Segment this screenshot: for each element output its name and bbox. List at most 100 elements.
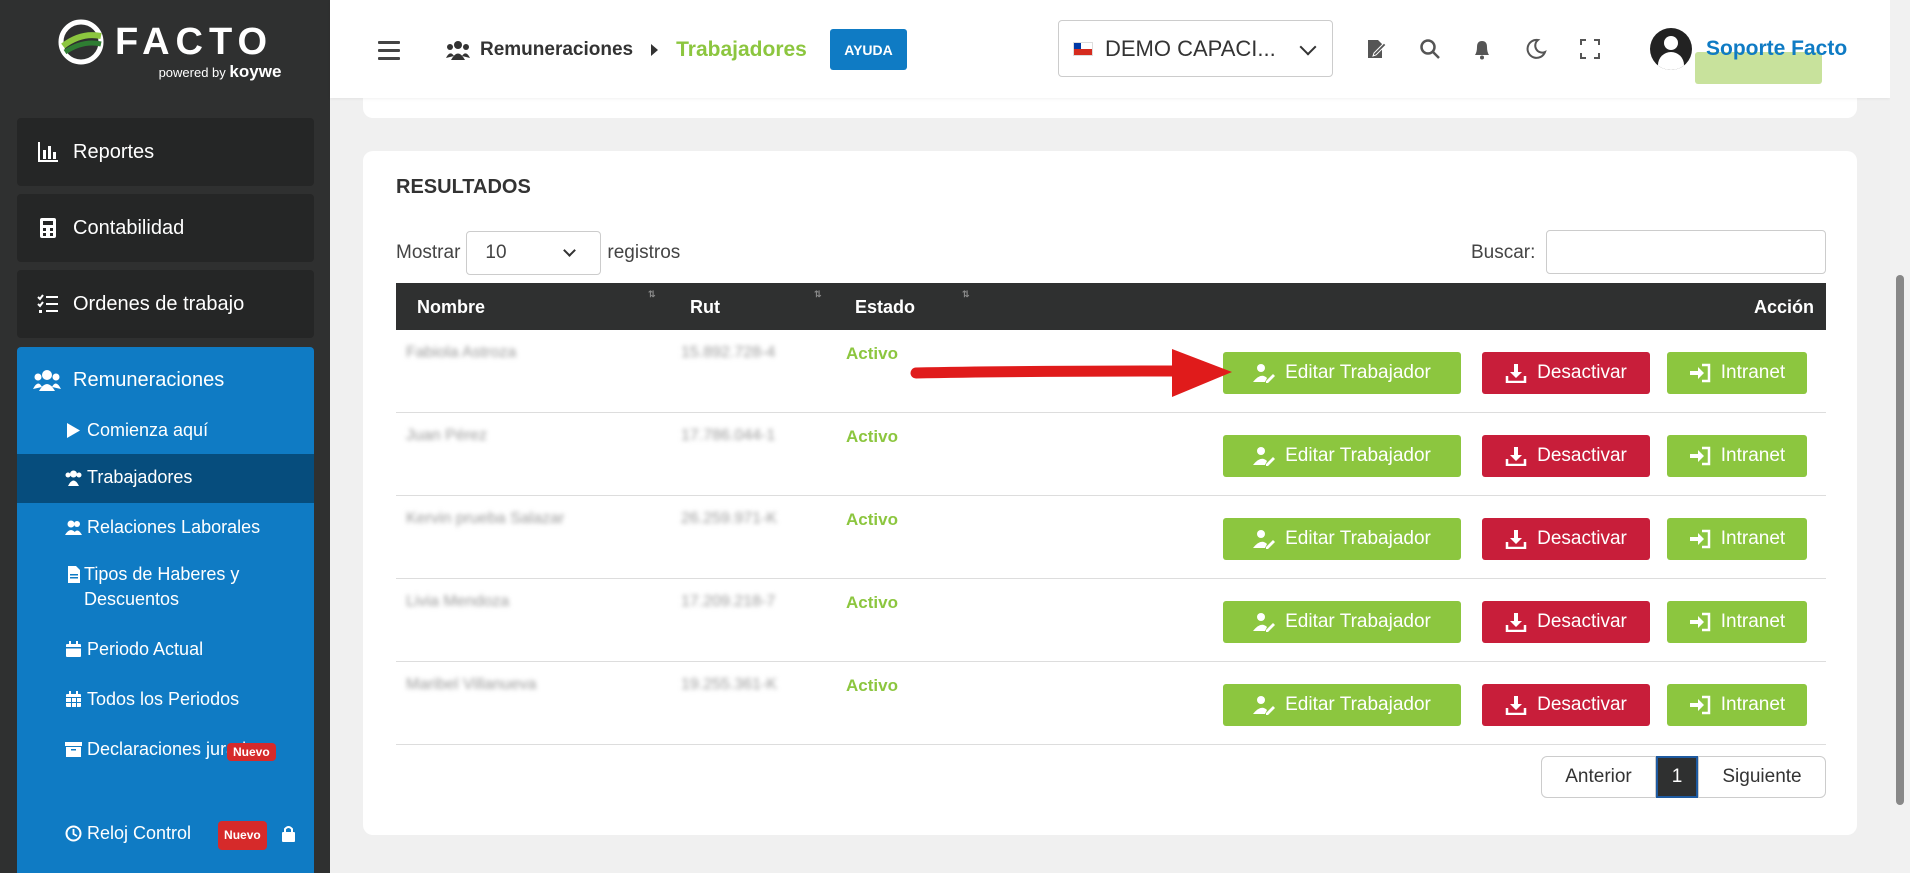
sidebar-subitem-label: Relaciones Laborales	[87, 517, 261, 537]
sidebar-item-remuneraciones[interactable]: Remuneraciones	[17, 347, 314, 413]
column-header-accion: Acción	[1753, 297, 1814, 317]
intranet-button[interactable]: Intranet	[1667, 435, 1807, 477]
deactivate-button[interactable]: Desactivar	[1482, 352, 1650, 394]
intranet-label: Intranet	[1720, 694, 1786, 715]
users-icon	[65, 470, 82, 486]
deactivate-button[interactable]: Desactivar	[1482, 435, 1650, 477]
sort-icon[interactable]: ⇅	[814, 289, 822, 300]
sidebar-item-label: Remuneraciones	[73, 368, 225, 391]
intranet-button[interactable]: Intranet	[1667, 518, 1807, 560]
menu-toggle-icon[interactable]	[378, 41, 400, 60]
breadcrumb-section[interactable]: Remuneraciones	[480, 39, 633, 61]
worker-rut: 17.209.218-7	[681, 593, 776, 610]
scrollbar-thumb[interactable]	[1896, 275, 1904, 805]
user-edit-icon	[1253, 364, 1276, 383]
calendar-icon	[66, 641, 81, 657]
powered-by-text: powered by	[158, 65, 226, 80]
table-row: Livia Mendoza 17.209.218-7 Activo Editar…	[396, 579, 1826, 662]
intranet-button[interactable]: Intranet	[1667, 684, 1807, 726]
moon-icon[interactable]	[1524, 37, 1548, 61]
sidebar-subitem-trabajadores[interactable]: Trabajadores	[17, 454, 314, 503]
user-group-icon	[65, 520, 82, 535]
sidebar-item-label: Reportes	[73, 140, 155, 163]
pagination: Anterior 1 Siguiente	[1541, 756, 1826, 798]
intranet-label: Intranet	[1720, 611, 1786, 632]
worker-rut: 17.786.044-1	[681, 427, 776, 444]
worker-name: Kervin prueba Salazar	[406, 510, 565, 527]
sign-in-icon	[1689, 529, 1711, 549]
column-header-estado[interactable]: Estado	[855, 297, 915, 318]
table-row: Kervin prueba Salazar 26.259.971-K Activ…	[396, 496, 1826, 579]
pagination-next-button[interactable]: Siguiente	[1698, 756, 1826, 798]
page-size-select[interactable]: 10	[466, 231, 602, 275]
deactivate-label: Desactivar	[1537, 528, 1627, 549]
sidebar-item-reportes[interactable]: Reportes	[17, 118, 314, 186]
clock-icon	[65, 825, 82, 842]
sidebar-subitem-label: Comienza aquí	[87, 420, 209, 440]
sidebar-subitem-relaciones[interactable]: Relaciones Laborales	[17, 513, 314, 547]
company-selector[interactable]: DEMO CAPACI...	[1058, 20, 1333, 77]
intranet-button[interactable]: Intranet	[1667, 352, 1807, 394]
brand-logo[interactable]: FACTO powered by koywe	[0, 0, 330, 100]
status-badge: Activo	[846, 593, 898, 612]
user-name[interactable]: Soporte Facto	[1706, 37, 1847, 61]
column-header-rut[interactable]: Rut	[690, 297, 720, 318]
intranet-button[interactable]: Intranet	[1667, 601, 1807, 643]
sign-in-icon	[1689, 612, 1711, 632]
pagination-current-page[interactable]: 1	[1656, 756, 1698, 798]
status-badge: Activo	[846, 510, 898, 529]
chile-flag-icon	[1073, 41, 1093, 56]
breadcrumb: Remuneraciones Trabajadores	[446, 38, 807, 62]
edit-worker-button[interactable]: Editar Trabajador	[1223, 684, 1461, 726]
sidebar-item-contabilidad[interactable]: Contabilidad	[17, 194, 314, 262]
avatar[interactable]	[1650, 28, 1692, 70]
column-header-nombre[interactable]: Nombre	[417, 297, 485, 318]
deactivate-button[interactable]: Desactivar	[1482, 518, 1650, 560]
fullscreen-icon[interactable]	[1578, 37, 1602, 61]
sidebar-subitem-reloj-control[interactable]: Reloj Control Nuevo	[17, 821, 314, 853]
status-badge: Activo	[846, 676, 898, 695]
deactivate-button[interactable]: Desactivar	[1482, 601, 1650, 643]
results-title: RESULTADOS	[396, 176, 531, 198]
sidebar-item-label: Contabilidad	[73, 216, 185, 239]
worker-rut: 26.259.971-K	[681, 510, 778, 527]
deactivate-button[interactable]: Desactivar	[1482, 684, 1650, 726]
breadcrumb-current: Trabajadores	[676, 38, 807, 61]
sort-icon[interactable]: ⇅	[648, 289, 656, 300]
sidebar-group-remuneraciones: Remuneraciones Comienza aquí Trabajadore…	[17, 347, 314, 873]
chevron-down-icon	[1299, 38, 1317, 56]
bell-icon[interactable]	[1470, 37, 1494, 61]
edit-worker-label: Editar Trabajador	[1285, 611, 1431, 632]
edit-worker-button[interactable]: Editar Trabajador	[1223, 435, 1461, 477]
facto-logo-icon	[58, 19, 104, 65]
chart-bar-icon	[38, 142, 58, 162]
annotation-arrow-icon	[910, 349, 1232, 397]
edit-worker-button[interactable]: Editar Trabajador	[1223, 601, 1461, 643]
worker-rut: 15.892.728-4	[681, 344, 776, 361]
sidebar-subitem-comienza[interactable]: Comienza aquí	[17, 414, 314, 448]
user-edit-icon	[1253, 613, 1276, 632]
deactivate-label: Desactivar	[1537, 611, 1627, 632]
brand-name: FACTO	[114, 20, 274, 63]
edit-worker-button[interactable]: Editar Trabajador	[1223, 352, 1461, 394]
sidebar-subitem-haberes[interactable]: Tipos de Haberes y Descuentos	[17, 562, 314, 614]
edit-document-icon[interactable]	[1364, 37, 1388, 61]
search-icon[interactable]	[1418, 37, 1442, 61]
sidebar-subitem-todos-periodos[interactable]: Todos los Periodos	[17, 687, 314, 719]
sort-icon[interactable]: ⇅	[962, 289, 970, 300]
deactivate-label: Desactivar	[1537, 445, 1627, 466]
download-icon	[1505, 364, 1527, 383]
pagination-prev-button[interactable]: Anterior	[1541, 756, 1656, 798]
help-button[interactable]: AYUDA	[830, 29, 907, 70]
intranet-label: Intranet	[1720, 528, 1786, 549]
scrollbar[interactable]	[1890, 0, 1910, 873]
search-input[interactable]	[1546, 230, 1826, 274]
edit-worker-button[interactable]: Editar Trabajador	[1223, 518, 1461, 560]
sidebar-subitem-periodo-actual[interactable]: Periodo Actual	[17, 637, 314, 669]
page-size-value: 10	[485, 242, 507, 263]
sign-in-icon	[1689, 446, 1711, 466]
sidebar-item-ordenes[interactable]: Ordenes de trabajo	[17, 270, 314, 338]
lock-icon	[281, 826, 295, 842]
file-icon	[68, 566, 80, 583]
edit-worker-label: Editar Trabajador	[1285, 362, 1431, 383]
